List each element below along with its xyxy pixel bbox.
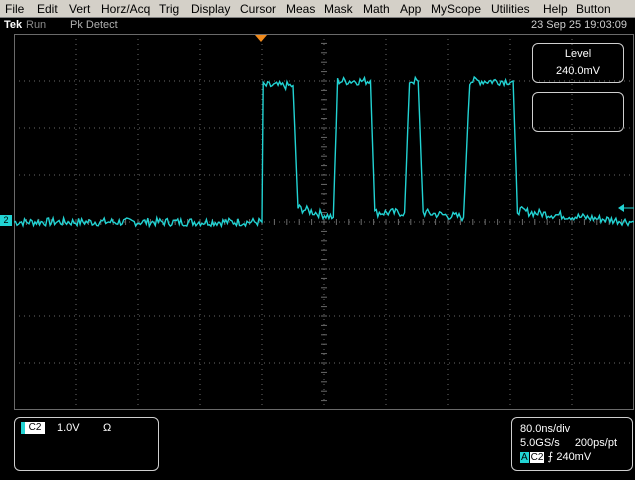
channel-scale: 1.0V	[57, 422, 80, 434]
trigger-channel-badge: C2	[529, 452, 545, 463]
menu-edit[interactable]: Edit	[37, 2, 58, 16]
menu-app[interactable]: App	[400, 2, 421, 16]
time-per-div: 80.0ns/div	[520, 423, 571, 435]
menu-bar: File Edit Vert Horz/Acq Trig Display Cur…	[0, 0, 635, 18]
menu-cursor[interactable]: Cursor	[240, 2, 276, 16]
menu-display[interactable]: Display	[191, 2, 230, 16]
status-bar: Tek Run Pk Detect 23 Sep 25 19:03:09	[0, 18, 635, 32]
resolution: 200ps/pt	[574, 437, 618, 449]
menu-horz-acq[interactable]: Horz/Acq	[101, 2, 150, 16]
trigger-level-value: 240.0mV	[555, 65, 601, 77]
horizontal-readout[interactable]: 80.0ns/div 5.0GS/s 200ps/pt A C2 ⨍ 240mV	[511, 417, 633, 471]
brand-logo: Tek	[4, 19, 23, 31]
channel-badge: C2	[21, 422, 45, 434]
trigger-level: 240mV	[556, 451, 592, 463]
menu-vert[interactable]: Vert	[69, 2, 90, 16]
trigger-source-badge: A	[520, 452, 529, 463]
menu-utilities[interactable]: Utilities	[491, 2, 530, 16]
menu-help[interactable]: Help	[543, 2, 568, 16]
acquisition-mode[interactable]: Pk Detect	[70, 18, 118, 32]
trigger-position-marker	[255, 35, 267, 42]
trigger-level-title: Level	[564, 48, 592, 60]
run-state: Run	[26, 19, 47, 31]
sample-info: 5.0GS/s 200ps/pt	[520, 437, 617, 449]
sample-rate: 5.0GS/s	[520, 437, 560, 449]
empty-readout-box	[532, 92, 624, 132]
menu-math[interactable]: Math	[363, 2, 390, 16]
trigger-level-arrow-icon	[618, 204, 634, 212]
graticule-svg	[13, 33, 635, 411]
rising-edge-icon: ⨍	[547, 451, 554, 463]
menu-button[interactable]: Button	[576, 2, 611, 16]
menu-file[interactable]: File	[5, 2, 24, 16]
channel-termination: Ω	[103, 422, 112, 434]
channel-ground-marker-label: 2	[3, 215, 9, 225]
menu-meas[interactable]: Meas	[286, 2, 315, 16]
date-time: 23 Sep 25 19:03:09	[530, 19, 627, 31]
menu-mask[interactable]: Mask	[324, 2, 353, 16]
channel-ground-marker[interactable]: 2	[0, 215, 12, 226]
menu-myscope[interactable]: MyScope	[431, 2, 481, 16]
channel-readout[interactable]: C2 1.0V Ω	[14, 417, 159, 471]
waveform-display[interactable]	[13, 33, 635, 411]
trigger-info: A C2 ⨍ 240mV	[520, 451, 591, 463]
bottom-readout-area: C2 1.0V Ω 80.0ns/div 5.0GS/s 200ps/pt AC…	[0, 410, 635, 480]
menu-trig[interactable]: Trig	[159, 2, 179, 16]
trigger-level-readout[interactable]: Level 240.0mV	[532, 43, 624, 83]
